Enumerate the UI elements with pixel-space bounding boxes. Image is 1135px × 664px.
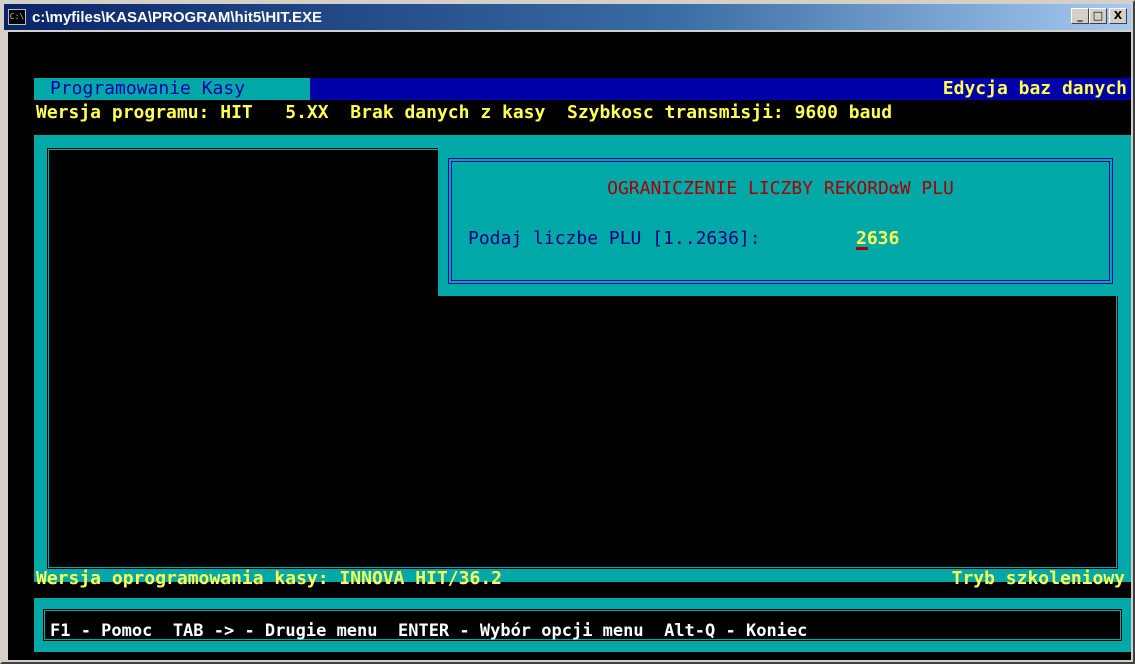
dialog-border [448, 158, 1113, 284]
close-button[interactable]: X [1109, 8, 1127, 24]
plu-count-label: Podaj liczbe PLU [1..2636]: [468, 228, 761, 249]
console-area[interactable]: Programowanie Kasy Edycja baz danych Wer… [8, 32, 1131, 660]
maximize-button[interactable]: □ [1089, 8, 1107, 24]
program-info-line: Wersja programu: HIT 5.XX Brak danych z … [36, 102, 893, 123]
key-help-bar: F1 - Pomoc TAB -> - Drugie menu ENTER - … [50, 621, 808, 641]
menu-title[interactable]: Programowanie Kasy [34, 78, 310, 100]
training-mode-label: Tryb szkoleniowy [951, 568, 1125, 589]
mode-title: Edycja baz danych [942, 78, 1127, 99]
console-window: C:\ c:\myfiles\KASA\PROGRAM\hit5\HIT.EXE… [0, 0, 1135, 664]
minimize-button[interactable]: _ [1071, 8, 1089, 24]
window-controls: _ □ X [1071, 8, 1127, 24]
title-bar[interactable]: C:\ c:\myfiles\KASA\PROGRAM\hit5\HIT.EXE… [4, 4, 1131, 30]
window-title: c:\myfiles\KASA\PROGRAM\hit5\HIT.EXE [32, 8, 323, 26]
firmware-version: Wersja oprogramowania kasy: INNOVA HIT/3… [36, 568, 502, 589]
dialog-title: OGRANICZENIE LICZBY REKORDαW PLU [607, 178, 954, 199]
text-cursor [856, 247, 868, 250]
console-app-icon[interactable]: C:\ [8, 9, 26, 25]
plu-limit-dialog: OGRANICZENIE LICZBY REKORDαW PLU Podaj l… [438, 148, 1123, 296]
